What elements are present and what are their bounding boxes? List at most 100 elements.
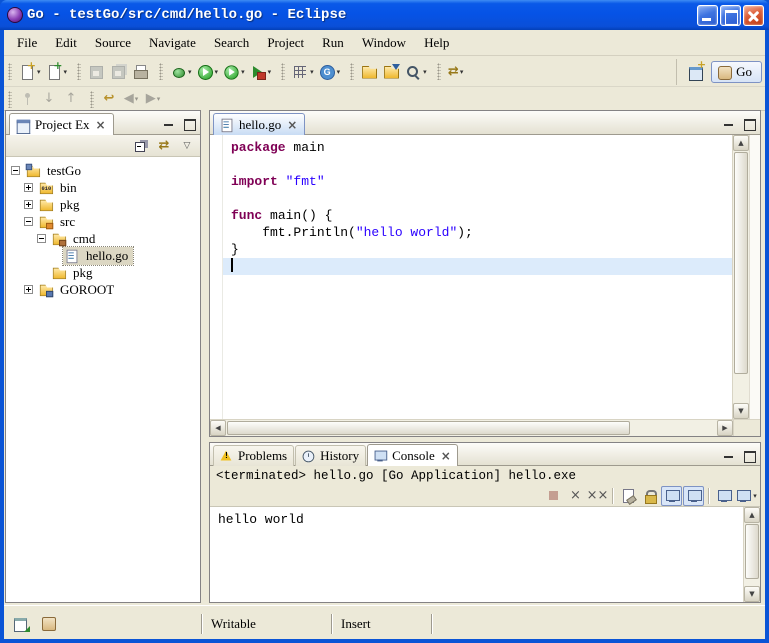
tree-expander-icon[interactable] [24,285,33,294]
tree-node-src[interactable]: src [37,213,80,231]
minimize-view-button[interactable] [160,115,177,130]
tab-hello-go[interactable]: hello.go × [213,113,305,135]
tab-console[interactable]: Console× [367,444,458,466]
close-editor-tab-icon[interactable]: × [287,118,297,132]
tree-row[interactable]: pkg [6,196,200,213]
show-stderr-button[interactable] [683,486,704,506]
maximize-editor-button[interactable] [740,115,757,130]
toolbar-grip-handle[interactable] [159,63,163,80]
scroll-down-icon[interactable]: ▼ [733,403,749,419]
tree-node-pkg[interactable]: pkg [50,264,98,282]
vertical-sash[interactable] [201,110,209,603]
open-perspective-button[interactable] [685,60,707,84]
code-line[interactable]: import "fmt" [223,173,732,190]
new-wizard-button[interactable]: ▾ [16,60,43,84]
menu-item-navigate[interactable]: Navigate [140,32,205,54]
clear-console-button[interactable] [617,486,638,506]
debug-button[interactable]: ▾ [167,60,194,84]
tree-row[interactable]: cmd [6,230,200,247]
toolbar-grip-handle[interactable] [8,91,12,108]
go-globe-button[interactable]: ▾ [316,60,343,84]
open-console-button[interactable]: ▾ [735,486,756,506]
open-folder-button[interactable] [358,60,380,84]
tab-history[interactable]: History [295,445,366,466]
scroll-track[interactable] [733,151,749,403]
tree-node-cmd[interactable]: cmd [50,230,100,248]
code-line[interactable]: package main [223,139,732,156]
code-area[interactable]: package mainimport "fmt"func main() { fm… [223,135,732,419]
code-line[interactable]: fmt.Println("hello world"); [223,224,732,241]
editor-horizontal-scrollbar[interactable]: ◀ ▶ [210,419,760,436]
code-line[interactable] [223,190,732,207]
tree-expander-icon[interactable] [24,183,33,192]
console-scroll-track[interactable] [744,523,760,586]
menu-item-run[interactable]: Run [313,32,353,54]
go-perspective-button[interactable]: Go [711,61,762,83]
tree-node-goroot[interactable]: GOROOT [37,281,119,299]
menu-item-source[interactable]: Source [86,32,140,54]
search-button[interactable]: ▾ [402,60,429,84]
console-output[interactable]: hello world [210,507,743,602]
go-trim-icon[interactable] [40,615,58,633]
title-bar[interactable]: Go - testGo/src/cmd/hello.go - Eclipse [0,0,769,30]
tree-node-hello-go[interactable]: hello.go [63,247,133,265]
minimize-button[interactable] [697,5,718,26]
console-scroll-up-icon[interactable]: ▲ [744,507,760,523]
external-tools-button[interactable]: ▾ [247,60,274,84]
tree-row[interactable]: src [6,213,200,230]
menu-item-help[interactable]: Help [415,32,458,54]
menu-item-file[interactable]: File [8,32,46,54]
scroll-lock-button[interactable] [639,486,660,506]
scroll-up-icon[interactable]: ▲ [733,135,749,151]
code-line[interactable] [223,258,732,275]
new-menu-button[interactable]: ▾ [43,60,70,84]
scroll-right-icon[interactable]: ▶ [717,420,733,436]
go-grid-button[interactable]: ▾ [289,60,316,84]
last-edit-button[interactable]: ↩ [98,87,120,111]
tree-expander-icon[interactable] [37,234,46,243]
code-line[interactable] [223,156,732,173]
minimize-editor-button[interactable] [720,115,737,130]
close-console-tab-icon[interactable]: × [441,449,451,463]
print-button[interactable] [129,60,151,84]
minimize-console-button[interactable] [720,447,737,462]
code-line[interactable]: } [223,241,732,258]
tree-row[interactable]: hello.go [6,247,200,264]
editor-vertical-scrollbar[interactable]: ▲ ▼ [732,135,749,419]
toolbar-grip-handle[interactable] [350,63,354,80]
tree-node-testgo[interactable]: testGo [24,162,86,180]
tree-expander-icon[interactable] [24,200,33,209]
tree-expander-icon[interactable] [24,217,33,226]
run-config-button[interactable]: ▾ [220,60,247,84]
tree-row[interactable]: pkg [6,264,200,281]
run-button[interactable]: ▾ [194,60,221,84]
scroll-thumb-h[interactable] [227,421,630,435]
close-button[interactable] [743,5,764,26]
menu-item-project[interactable]: Project [258,32,313,54]
tree-row[interactable]: bin [6,179,200,196]
toolbar-grip-handle[interactable] [90,91,94,108]
console-scroll-down-icon[interactable]: ▼ [744,586,760,602]
console-vertical-scrollbar[interactable]: ▲ ▼ [743,507,760,602]
toolbar-grip-handle[interactable] [281,63,285,80]
tree-node-bin[interactable]: bin [37,179,82,197]
close-tab-icon[interactable]: × [96,118,106,132]
display-console-button[interactable] [713,486,734,506]
scroll-thumb[interactable] [734,152,748,374]
tree-row[interactable]: testGo [6,162,200,179]
console-scroll-thumb[interactable] [745,524,759,579]
menu-item-search[interactable]: Search [205,32,258,54]
remove-launch-button[interactable]: × [565,486,586,506]
tree-row[interactable]: GOROOT [6,281,200,298]
view-menu-button[interactable]: ▽ [177,136,197,155]
menu-item-edit[interactable]: Edit [46,32,86,54]
maximize-console-button[interactable] [740,447,757,462]
scroll-track-h[interactable] [226,420,717,436]
menu-item-window[interactable]: Window [353,32,415,54]
tree-node-pkg[interactable]: pkg [37,196,85,214]
tab-problems[interactable]: Problems [213,445,294,466]
team-sync-button[interactable]: ⇄▾ [445,60,467,84]
maximize-view-button[interactable] [180,115,197,130]
link-with-editor-button[interactable]: ⇄ [154,136,174,155]
fast-view-icon[interactable] [12,615,30,633]
